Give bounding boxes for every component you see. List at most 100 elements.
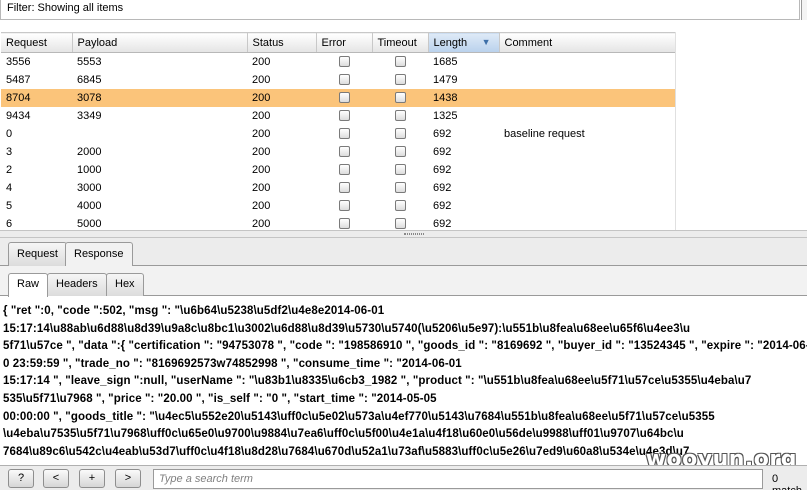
timeout-checkbox[interactable] [394, 56, 406, 68]
timeout-checkbox[interactable] [394, 164, 406, 176]
error-checkbox[interactable] [338, 74, 350, 86]
cell-status: 200 [252, 127, 271, 140]
results-table-container: Request Payload Status Error Timeout Len… [0, 32, 807, 230]
column-header-length[interactable]: Length ▼ [428, 32, 500, 53]
error-cell [316, 53, 372, 71]
cell-status: 200 [252, 163, 271, 176]
timeout-cell [372, 161, 428, 179]
timeout-cell [372, 71, 428, 89]
response-body[interactable]: { "ret ":0, "code ":502, "msg ": "\u6b64… [0, 297, 807, 460]
error-cell [316, 197, 372, 215]
pane-splitter[interactable] [0, 230, 807, 238]
cell-payload: 6845 [77, 73, 102, 86]
table-row[interactable]: 0 200 692 baseline request [1, 125, 675, 143]
column-header-error[interactable]: Error [316, 32, 373, 53]
cell-comment [499, 197, 675, 215]
timeout-cell [372, 197, 428, 215]
view-mode-tabbar: Raw Headers Hex [0, 266, 807, 297]
table-right-edge [675, 32, 676, 230]
response-line: 0 23:59:59 ", "trade_no ": "8169692573w7… [3, 357, 462, 370]
timeout-cell [372, 107, 428, 125]
cell-request: 8704 [1, 88, 72, 107]
error-cell [316, 179, 372, 197]
splitter-grip-icon[interactable] [404, 233, 424, 235]
next-button[interactable]: > [115, 469, 141, 488]
response-line: 535\u5f71\u7968 ", "price ": "20.00 ", "… [3, 392, 437, 405]
timeout-checkbox[interactable] [394, 128, 406, 140]
table-row[interactable]: 3 2000 200 692 [1, 143, 675, 161]
filter-bar[interactable]: Filter: Showing all items [0, 0, 800, 20]
cell-request: 3 [6, 145, 13, 158]
timeout-checkbox[interactable] [394, 110, 406, 122]
response-line: \u4eba\u7535\u5f71\u7968\uff0c\u65e0\u97… [3, 428, 684, 441]
tab-hex[interactable]: Hex [106, 273, 144, 296]
table-row[interactable]: 2 1000 200 692 [1, 161, 675, 179]
cell-length: 692 [433, 127, 452, 140]
table-row[interactable]: 6 5000 200 692 [1, 215, 675, 231]
timeout-checkbox[interactable] [394, 218, 406, 230]
tab-response[interactable]: Response [65, 242, 133, 267]
timeout-checkbox[interactable] [394, 182, 406, 194]
cell-length: 692 [433, 217, 452, 230]
table-body: 3556 5553 200 1685 5487 6845 200 1479 8704 3078 20… [1, 53, 675, 231]
error-checkbox[interactable] [338, 182, 350, 194]
cell-status: 200 [252, 55, 271, 68]
cell-status: 200 [252, 217, 271, 230]
table-row[interactable]: 5 4000 200 692 [1, 197, 675, 215]
error-checkbox[interactable] [338, 146, 350, 158]
error-cell [316, 88, 372, 107]
timeout-checkbox[interactable] [394, 146, 406, 158]
error-checkbox[interactable] [338, 164, 350, 176]
cell-request: 9434 [6, 109, 31, 122]
timeout-checkbox[interactable] [394, 200, 406, 212]
error-checkbox[interactable] [338, 110, 350, 122]
column-header-status[interactable]: Status [247, 32, 317, 53]
column-header-request[interactable]: Request [1, 32, 73, 53]
response-line: { "ret ":0, "code ":502, "msg ": "\u6b64… [3, 305, 385, 317]
cell-request: 4 [6, 181, 13, 194]
cell-length: 1685 [433, 55, 458, 68]
error-checkbox[interactable] [338, 218, 350, 230]
cell-payload: 3078 [72, 88, 247, 107]
error-checkbox[interactable] [338, 128, 350, 140]
column-header-timeout[interactable]: Timeout [372, 32, 429, 53]
cell-length: 1479 [433, 73, 458, 86]
table-row[interactable]: 3556 5553 200 1685 [1, 53, 675, 71]
column-header-payload[interactable]: Payload [72, 32, 248, 53]
sort-descending-icon: ▼ [481, 37, 491, 47]
timeout-cell [372, 179, 428, 197]
table-row[interactable]: 9434 3349 200 1325 [1, 107, 675, 125]
error-checkbox[interactable] [338, 92, 350, 104]
error-cell [316, 125, 372, 143]
tab-raw[interactable]: Raw [8, 273, 49, 297]
response-line: 15:17:14\u88ab\u6d88\u8d39\u9a8c\u8bc1\u… [3, 322, 691, 335]
cell-request: 3556 [6, 55, 31, 68]
timeout-checkbox[interactable] [394, 92, 406, 104]
cell-request: 0 [6, 127, 13, 140]
table-row[interactable]: 4 3000 200 692 [1, 179, 675, 197]
error-checkbox[interactable] [338, 200, 350, 212]
previous-button[interactable]: < [43, 469, 69, 488]
table-row[interactable]: 8704 3078 200 1438 [1, 88, 675, 107]
cell-payload: 1000 [77, 163, 102, 176]
table-row[interactable]: 5487 6845 200 1479 [1, 71, 675, 89]
tab-headers[interactable]: Headers [47, 273, 107, 296]
cell-comment [499, 179, 675, 197]
match-count: 0 match [772, 473, 802, 490]
column-header-comment[interactable]: Comment [499, 32, 676, 53]
cell-comment [499, 215, 675, 231]
error-checkbox[interactable] [338, 56, 350, 68]
tab-request[interactable]: Request [8, 242, 67, 266]
cell-status: 200 [252, 199, 271, 212]
cell-status: 200 [252, 73, 271, 86]
cell-comment [499, 88, 675, 107]
cell-length: 1438 [428, 88, 499, 107]
add-button[interactable]: + [79, 469, 105, 488]
help-button[interactable]: ? [8, 469, 34, 488]
cell-status: 200 [252, 181, 271, 194]
timeout-cell [372, 215, 428, 231]
cell-length: 692 [433, 163, 452, 176]
timeout-checkbox[interactable] [394, 74, 406, 86]
search-input[interactable] [154, 470, 762, 488]
search-field[interactable] [153, 469, 763, 489]
